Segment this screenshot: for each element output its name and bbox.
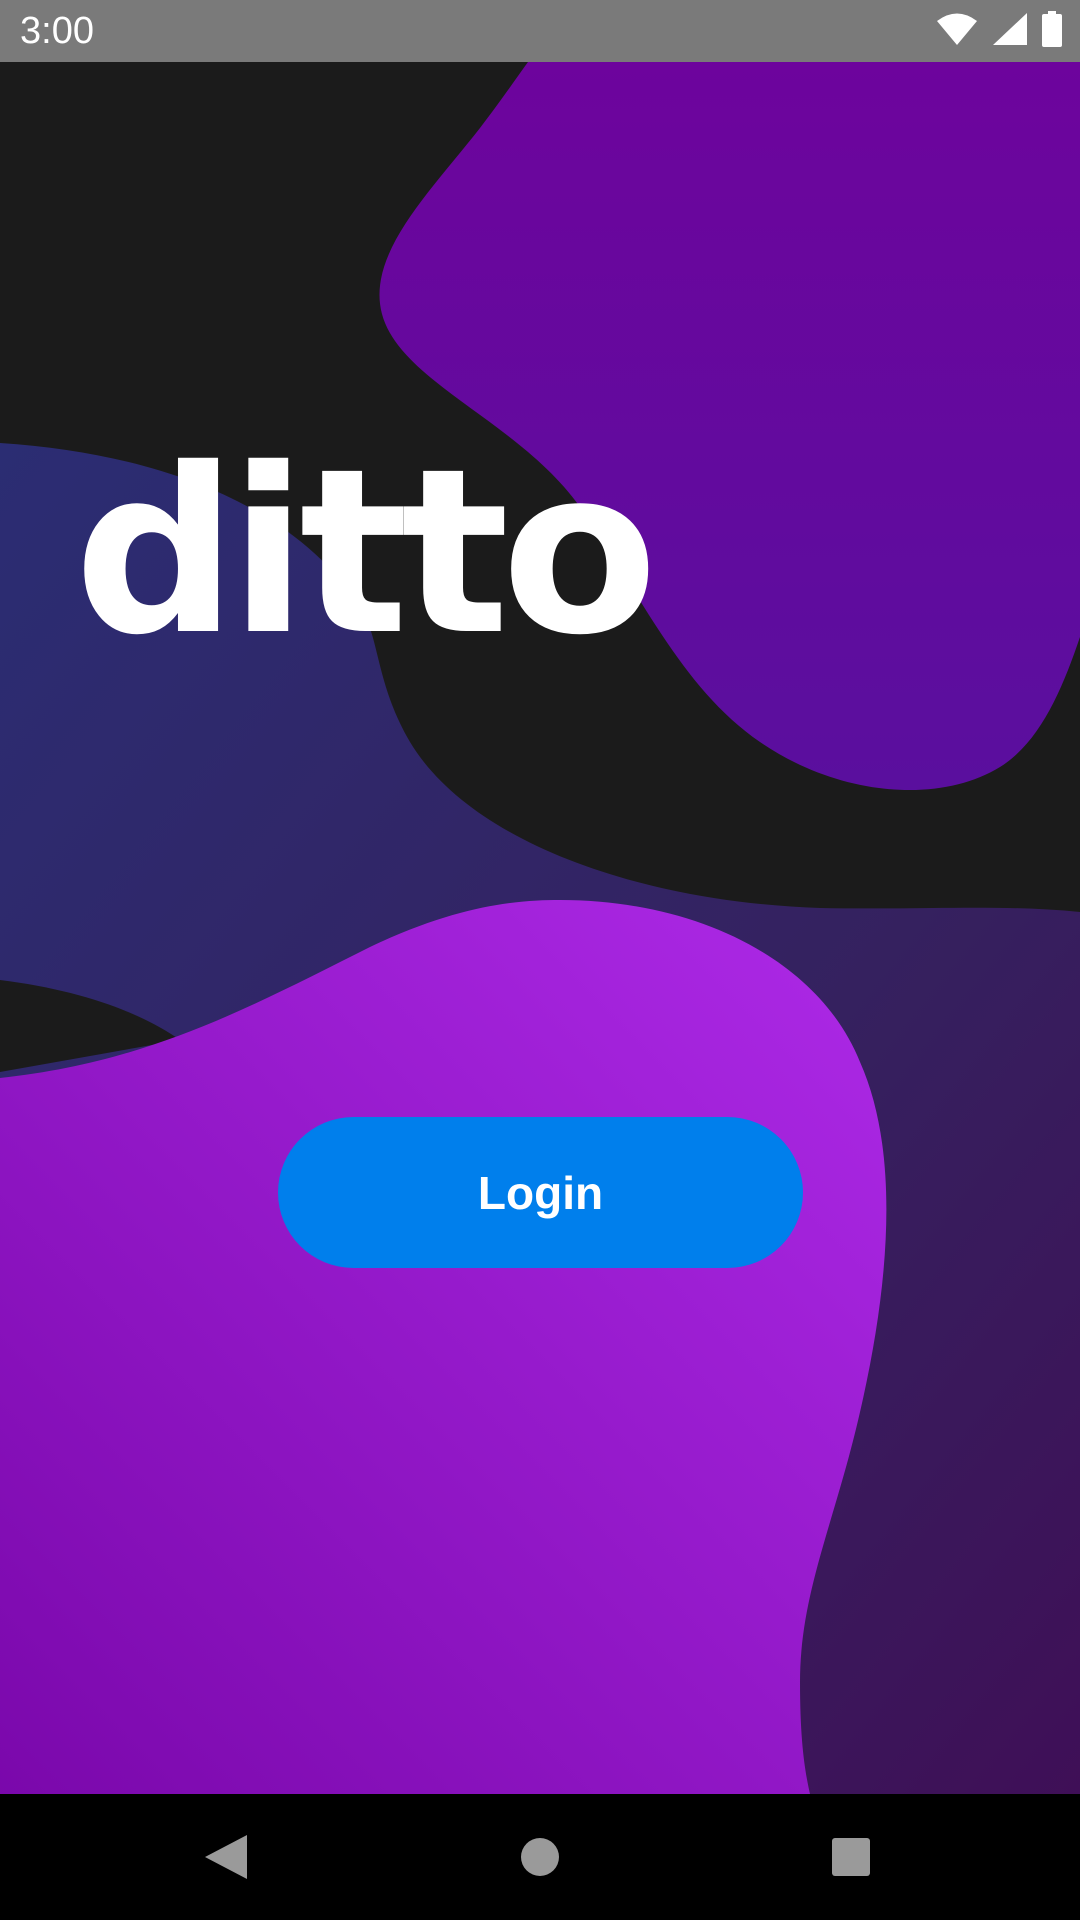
wifi-icon	[936, 12, 978, 51]
app-screen: 3:00 ditto Login	[0, 0, 1080, 1920]
status-time: 3:00	[20, 10, 94, 52]
welcome-screen: ditto Login	[0, 62, 1080, 1794]
status-bar: 3:00	[0, 0, 1080, 62]
home-icon[interactable]	[505, 1824, 575, 1890]
background-blobs	[0, 62, 1080, 1794]
login-button[interactable]: Login	[278, 1117, 803, 1268]
status-icons	[936, 10, 1062, 52]
battery-icon	[1042, 10, 1062, 52]
ditto-logo: ditto	[74, 419, 658, 685]
back-icon[interactable]	[191, 1824, 261, 1890]
navigation-bar	[0, 1794, 1080, 1920]
recents-icon[interactable]	[816, 1824, 886, 1890]
cell-signal-icon	[992, 12, 1028, 51]
